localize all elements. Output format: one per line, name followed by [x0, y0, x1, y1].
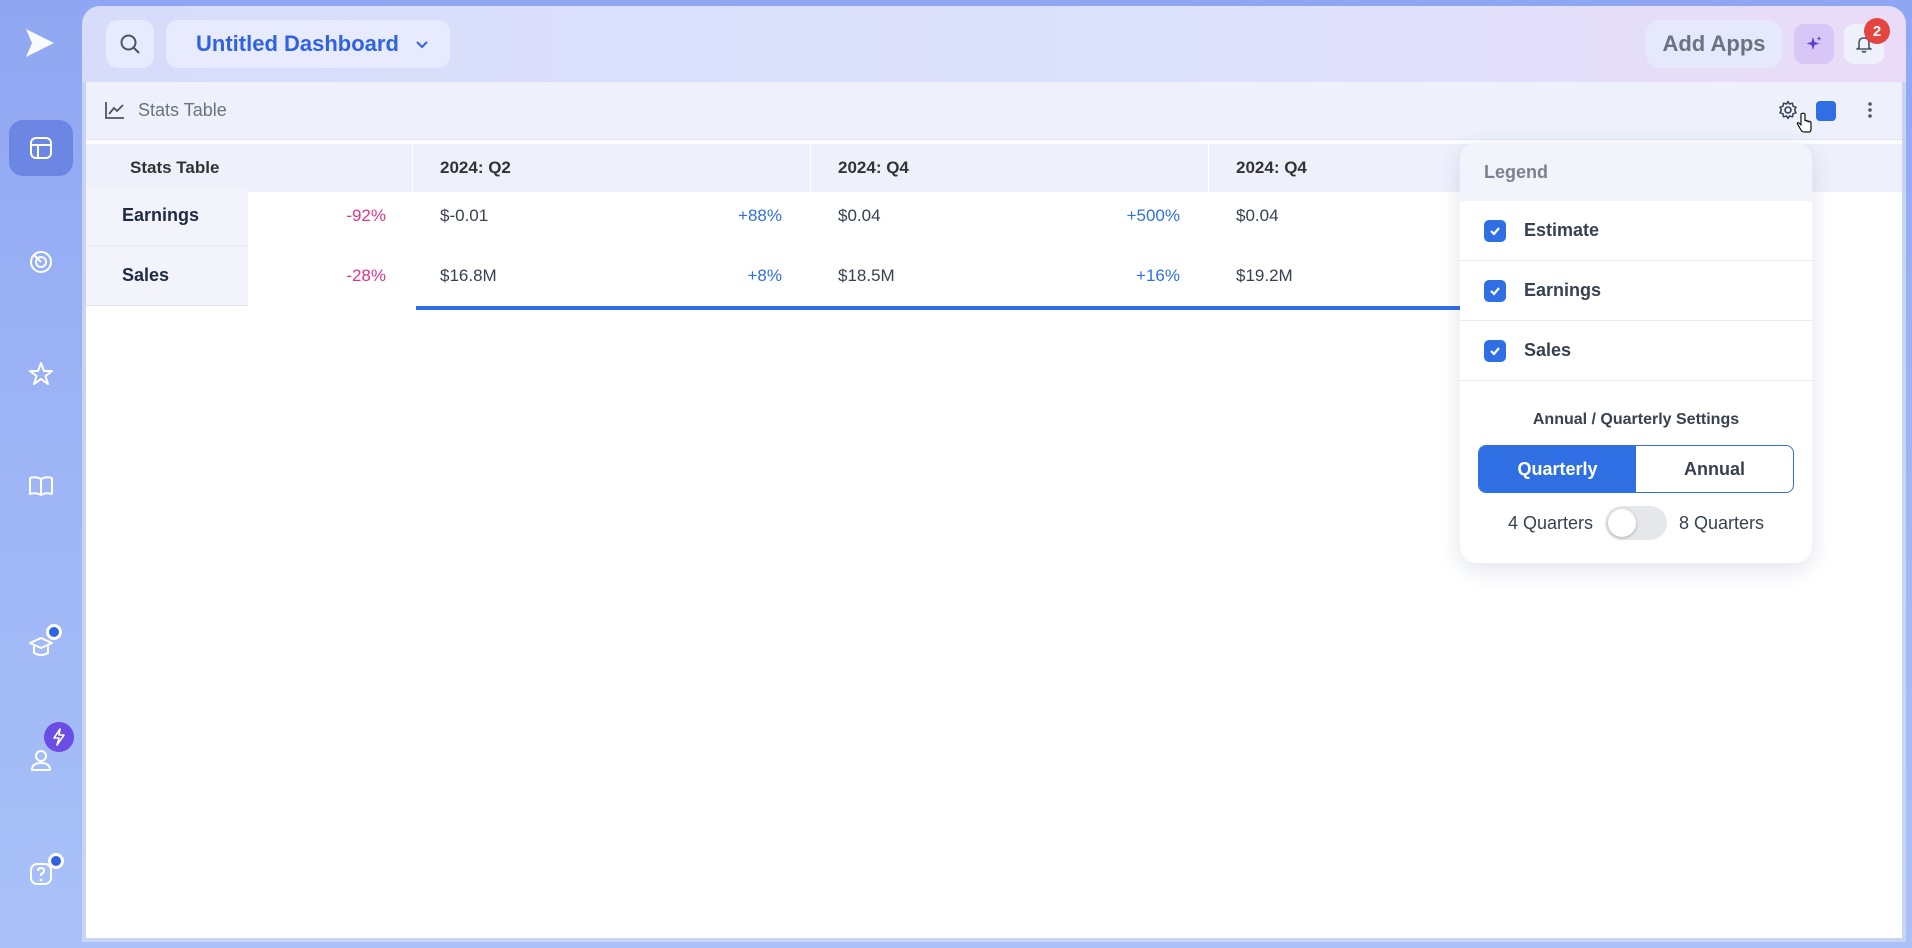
- change-cell: +16%: [1136, 266, 1180, 285]
- toggle-knob: [1608, 509, 1636, 537]
- quarter-count-toggle[interactable]: [1605, 506, 1667, 540]
- more-options-icon[interactable]: [1866, 100, 1874, 120]
- book-icon: [29, 476, 53, 496]
- legend-item-label: Sales: [1524, 340, 1572, 360]
- legend-popover: Legend Estimate Earnings Sales Annual / …: [1460, 143, 1812, 563]
- widget-color-button[interactable]: [1816, 101, 1836, 121]
- nav-radar-button[interactable]: [9, 234, 73, 290]
- value-cell: $-0.01: [440, 206, 489, 225]
- legend-item-label: Estimate: [1524, 220, 1600, 240]
- legend-item-estimate[interactable]: Estimate: [1460, 201, 1812, 261]
- search-button[interactable]: [106, 20, 154, 68]
- column-divider: [810, 144, 811, 192]
- widget-header: Stats Table: [86, 82, 1902, 140]
- row-label-sales: Sales: [86, 246, 248, 306]
- value-cell: $16.8M: [440, 266, 497, 285]
- checkbox[interactable]: [1484, 219, 1506, 242]
- top-header: Untitled Dashboard Add Apps 2: [82, 6, 1906, 82]
- row-label-earnings: Earnings: [86, 186, 248, 246]
- column-header-2: 2024: Q4: [838, 158, 909, 177]
- active-row-underline: [416, 306, 1470, 310]
- legend-title: Legend: [1460, 143, 1812, 201]
- legend-item-label: Earnings: [1524, 280, 1602, 300]
- change-cell: +8%: [747, 266, 783, 285]
- checkmark-icon: [1490, 346, 1500, 356]
- column-header-1: 2024: Q2: [440, 158, 511, 177]
- column-header-3: 2024: Q4: [1236, 158, 1307, 177]
- column-divider: [412, 144, 413, 192]
- radar-icon: [30, 251, 52, 273]
- checkmark-icon: [1490, 226, 1500, 236]
- table-corner-label: Stats Table: [130, 158, 220, 177]
- dashboard-icon: [30, 137, 52, 159]
- quarter-count-row: 4 Quarters 8 Quarters: [1460, 505, 1812, 541]
- value-cell: $0.04: [1236, 206, 1279, 225]
- app-logo-icon[interactable]: [22, 26, 58, 60]
- dashboard-selector[interactable]: Untitled Dashboard: [166, 20, 450, 68]
- pointer-cursor-icon: [1796, 112, 1812, 133]
- annual-option[interactable]: Annual: [1636, 446, 1793, 492]
- widget-title: Stats Table: [138, 100, 227, 120]
- nav-academy-button[interactable]: [9, 618, 73, 674]
- dashboard-title: Untitled Dashboard: [196, 31, 399, 56]
- lightning-icon: [53, 728, 65, 746]
- gear-icon[interactable]: [1778, 100, 1798, 120]
- left-rail: [0, 0, 82, 948]
- change-cell: +88%: [738, 206, 782, 225]
- change-cell: -92%: [346, 206, 386, 225]
- stats-table-widget: Stats Table Stats Table 2024: Q2 2024: Q…: [82, 82, 1906, 942]
- column-divider: [1208, 144, 1209, 192]
- change-cell: -28%: [346, 266, 386, 285]
- value-cell: $18.5M: [838, 266, 895, 285]
- line-chart-icon: [105, 102, 124, 119]
- checkbox[interactable]: [1484, 339, 1506, 362]
- period-segmented-control: Quarterly Annual: [1478, 445, 1794, 493]
- nav-learn-button[interactable]: [9, 458, 73, 514]
- nav-dashboards-button[interactable]: [9, 120, 73, 176]
- nav-help-button[interactable]: [9, 846, 73, 902]
- nav-favorites-button[interactable]: [9, 346, 73, 402]
- ai-assistant-button[interactable]: [1794, 24, 1834, 64]
- quarterly-option[interactable]: Quarterly: [1479, 446, 1636, 492]
- change-cell: +500%: [1126, 206, 1180, 225]
- legend-item-sales[interactable]: Sales: [1460, 321, 1812, 381]
- upgrade-badge[interactable]: [44, 722, 74, 752]
- help-notification-dot: [48, 853, 64, 869]
- value-cell: $19.2M: [1236, 266, 1293, 285]
- checkmark-icon: [1490, 286, 1500, 296]
- four-quarters-label: 4 Quarters: [1507, 512, 1593, 533]
- chevron-down-icon: [416, 41, 428, 49]
- notification-count-badge: 2: [1864, 18, 1890, 44]
- add-apps-button[interactable]: Add Apps: [1646, 20, 1782, 68]
- eight-quarters-label: 8 Quarters: [1679, 512, 1765, 533]
- legend-item-earnings[interactable]: Earnings: [1460, 261, 1812, 321]
- star-icon: [29, 362, 53, 385]
- value-cell: $0.04: [838, 206, 881, 225]
- search-icon: [120, 34, 140, 54]
- period-settings-title: Annual / Quarterly Settings: [1532, 411, 1740, 428]
- checkbox[interactable]: [1484, 279, 1506, 302]
- sparkle-icon: [1806, 36, 1822, 50]
- academy-notification-dot: [46, 624, 62, 640]
